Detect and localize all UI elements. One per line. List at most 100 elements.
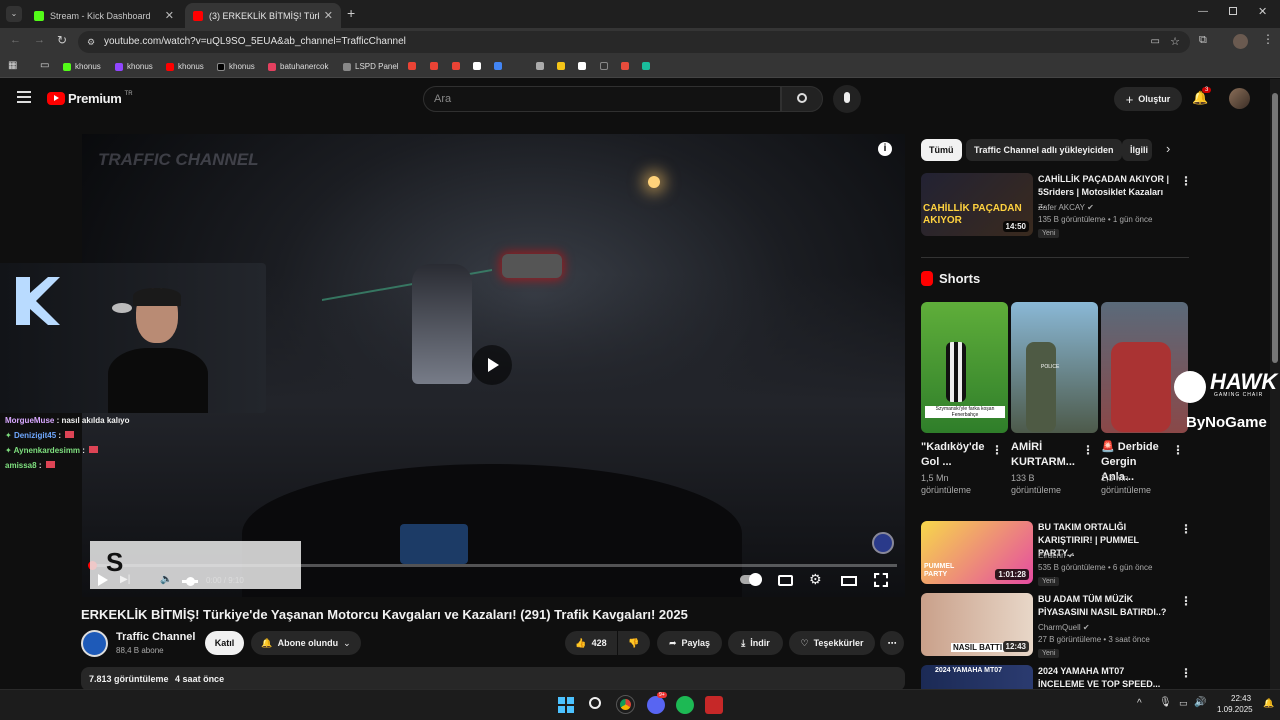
hamburger-menu-icon[interactable] bbox=[17, 91, 31, 103]
profile-avatar[interactable] bbox=[1233, 34, 1248, 49]
restore-icon[interactable] bbox=[1229, 7, 1237, 15]
tab-list-dropdown[interactable]: ⌄ bbox=[6, 6, 22, 22]
mic-tray-icon[interactable]: 🎙 bbox=[1159, 697, 1172, 708]
more-actions-button[interactable]: ⋯ bbox=[880, 631, 904, 655]
discord-taskbar-icon[interactable]: 9+ bbox=[647, 692, 667, 714]
app-taskbar-icon[interactable] bbox=[705, 696, 723, 714]
theater-mode-icon[interactable] bbox=[841, 576, 857, 586]
minimize-icon[interactable]: — bbox=[1198, 6, 1208, 17]
bookmark-icon[interactable] bbox=[600, 62, 608, 70]
subtitles-icon[interactable] bbox=[778, 575, 793, 586]
reload-icon[interactable]: ↻ bbox=[57, 33, 67, 47]
dislike-button[interactable]: 👎 bbox=[618, 631, 650, 655]
rec-menu-icon[interactable]: ⋮ bbox=[1180, 174, 1192, 188]
rec-menu-icon[interactable]: ⋮ bbox=[1180, 522, 1192, 536]
chrome-taskbar-icon[interactable] bbox=[616, 695, 635, 714]
share-button[interactable]: ➦ Paylaş bbox=[657, 631, 722, 655]
youtube-logo[interactable]: Premium TR bbox=[47, 91, 133, 106]
volume-icon[interactable]: 🔈 bbox=[160, 574, 172, 585]
cast-icon[interactable]: ▭ bbox=[1151, 31, 1160, 53]
autoplay-toggle[interactable] bbox=[740, 573, 762, 586]
forward-icon[interactable]: → bbox=[34, 34, 45, 46]
voice-search-button[interactable] bbox=[833, 85, 861, 113]
search-input[interactable]: Ara bbox=[423, 86, 781, 112]
channel-name[interactable]: Traffic Channel bbox=[116, 631, 195, 643]
bookmark-icon[interactable] bbox=[494, 62, 502, 70]
bookmark-icon[interactable] bbox=[642, 62, 650, 70]
rec-thumbnail[interactable]: NASIL BATTI 12:43 bbox=[921, 593, 1033, 656]
short-thumbnail[interactable]: POLICE bbox=[1011, 302, 1098, 433]
search-button[interactable] bbox=[781, 86, 823, 112]
chip-from-uploader[interactable]: Traffic Channel adlı yükleyiciden bbox=[966, 139, 1122, 161]
apps-icon[interactable]: ▦ bbox=[8, 60, 17, 71]
account-avatar[interactable] bbox=[1229, 88, 1250, 109]
bookmark-icon[interactable] bbox=[621, 62, 629, 70]
short-menu-icon[interactable]: ⋮ bbox=[1082, 443, 1094, 457]
play-center-button[interactable] bbox=[472, 345, 512, 385]
spotify-taskbar-icon[interactable] bbox=[676, 696, 694, 714]
gmail-bookmark-icon[interactable] bbox=[408, 62, 416, 70]
bookmark-item[interactable]: khonus bbox=[217, 62, 255, 71]
close-window-icon[interactable]: ✕ bbox=[1258, 5, 1267, 18]
back-icon[interactable]: ← bbox=[10, 34, 21, 46]
subscribed-button[interactable]: 🔔 Abone olundu ⌄ bbox=[251, 631, 361, 655]
fullscreen-icon[interactable] bbox=[874, 573, 888, 587]
rec-menu-icon[interactable]: ⋮ bbox=[1180, 666, 1192, 680]
folder-icon[interactable]: ▭ bbox=[40, 60, 49, 71]
short-title[interactable]: "Kadıköy'de Gol ... bbox=[921, 440, 987, 470]
rec-thumbnail[interactable]: PUMMEL PARTY 1:01:28 bbox=[921, 521, 1033, 584]
tab-kick-dashboard[interactable]: Stream - Kick Dashboard ✕ bbox=[26, 3, 182, 28]
rec-title[interactable]: 2024 YAMAHA MT07 İNCELEME VE TOP SPEED..… bbox=[1038, 665, 1173, 689]
short-menu-icon[interactable]: ⋮ bbox=[991, 443, 1003, 457]
bookmark-item[interactable]: LSPD Panel bbox=[343, 62, 399, 71]
info-icon[interactable]: i bbox=[878, 142, 892, 156]
play-button[interactable] bbox=[98, 574, 108, 586]
network-tray-icon[interactable]: ▭ bbox=[1179, 698, 1188, 709]
next-button[interactable]: ▶| bbox=[120, 574, 130, 585]
rec-thumbnail[interactable]: CAHİLLİK PAÇADAN AKIYOR 14:50 bbox=[921, 173, 1033, 236]
bookmark-item[interactable]: khonus bbox=[115, 62, 153, 71]
bookmark-item[interactable]: batuhanercok bbox=[268, 62, 328, 71]
taskbar-date[interactable]: 1.09.2025 bbox=[1217, 705, 1253, 714]
tray-chevron-icon[interactable]: ^ bbox=[1137, 698, 1142, 709]
chip-related[interactable]: İlgili bbox=[1122, 139, 1152, 161]
start-button-icon[interactable] bbox=[558, 697, 574, 713]
volume-knob[interactable] bbox=[186, 577, 195, 586]
close-tab-icon[interactable]: ✕ bbox=[165, 9, 174, 22]
url-field[interactable]: ⚙ youtube.com/watch?v=uQL9SO_5EUA&ab_cha… bbox=[78, 31, 1190, 53]
bookmark-icon[interactable] bbox=[536, 62, 544, 70]
rec-thumbnail[interactable]: 2024 YAMAHA MT07 bbox=[921, 665, 1033, 689]
browser-menu-icon[interactable]: ⋮ bbox=[1262, 32, 1274, 46]
scrollbar-thumb[interactable] bbox=[1272, 93, 1278, 363]
gmail-bookmark-icon[interactable] bbox=[430, 62, 438, 70]
volume-slider[interactable] bbox=[182, 577, 198, 586]
channel-avatar[interactable] bbox=[81, 630, 108, 657]
notifications-button[interactable]: 🔔 3 bbox=[1192, 87, 1212, 106]
settings-gear-icon[interactable]: ⚙ bbox=[809, 571, 822, 588]
bookmark-star-icon[interactable]: ☆ bbox=[1170, 31, 1180, 53]
bookmark-item[interactable]: khonus bbox=[166, 62, 204, 71]
create-button[interactable]: + Oluştur bbox=[1114, 87, 1182, 111]
rec-title[interactable]: BU ADAM TÜM MÜZİK PİYASASINI NASIL BATIR… bbox=[1038, 593, 1173, 619]
download-button[interactable]: ⤓ İndir bbox=[728, 631, 783, 655]
chip-scroll-right-icon[interactable]: › bbox=[1166, 141, 1170, 156]
like-button[interactable]: 👍 428 bbox=[565, 631, 617, 655]
chip-all[interactable]: Tümü bbox=[921, 139, 962, 161]
bookmark-icon[interactable] bbox=[557, 62, 565, 70]
taskbar-time[interactable]: 22:43 bbox=[1231, 694, 1251, 703]
site-info-icon[interactable]: ⚙ bbox=[87, 31, 95, 53]
short-menu-icon[interactable]: ⋮ bbox=[1172, 443, 1184, 457]
tab-youtube-video[interactable]: (3) ERKEKLİK BİTMİŞ! Türkiye'de ✕ bbox=[185, 3, 341, 28]
join-button[interactable]: Katıl bbox=[205, 631, 244, 655]
bookmark-icon[interactable] bbox=[578, 62, 586, 70]
new-tab-button[interactable]: + bbox=[347, 5, 355, 21]
bookmark-item[interactable]: khonus bbox=[63, 62, 101, 71]
short-thumbnail[interactable]: Szymanski'yle farka koşan Fenerbahçe bbox=[921, 302, 1008, 433]
short-title[interactable]: AMİRİ KURTARM... bbox=[1011, 440, 1077, 470]
thanks-button[interactable]: ♡ Teşekkürler bbox=[789, 631, 875, 655]
volume-tray-icon[interactable]: 🔊 bbox=[1194, 697, 1206, 708]
bookmark-icon[interactable] bbox=[473, 62, 481, 70]
search-taskbar-icon[interactable] bbox=[589, 697, 601, 709]
notification-tray-icon[interactable]: 🔔 bbox=[1263, 698, 1274, 709]
extensions-icon[interactable]: ⧉ bbox=[1199, 34, 1207, 47]
